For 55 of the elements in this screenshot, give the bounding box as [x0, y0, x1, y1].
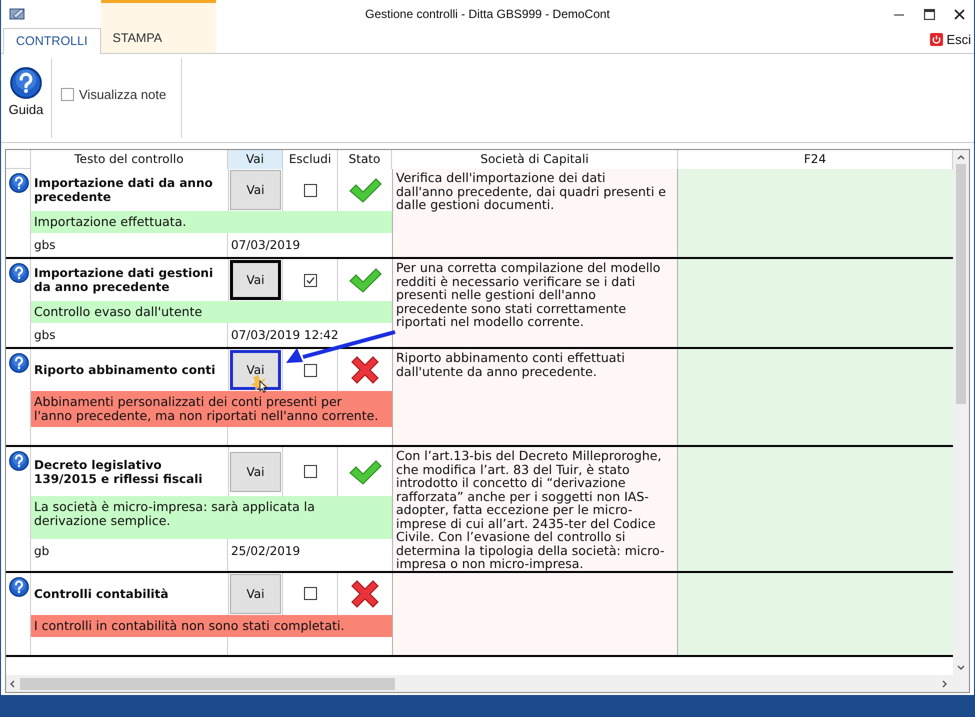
description-text: Verifica dell'importazione dei dati dall'anno precedente, dai quadri presenti e dalle gestioni documenti.	[396, 171, 667, 212]
control-title: Importazione dati gestioni da anno precedente	[34, 266, 214, 294]
column-header[interactable]: F24	[678, 150, 953, 169]
message-text: I controlli in contabilità non sono stati completati.	[34, 618, 346, 632]
horizontal-scrollbar[interactable]	[6, 675, 969, 692]
checkbox[interactable]	[304, 364, 316, 376]
control-title: Controlli contabilità	[34, 586, 169, 600]
user-text: gbs	[34, 328, 56, 342]
description-text: Con l’art.13-bis del Decreto Milleproroghe, che modifica l’art. 83 del Tuir, è stato introdotto il concetto di “derivazione rafforzata” anche per i soggetti non IAS-adopter, fatta eccezione per le micro-imprese di cui all’art. 2435-ter del Codice Civile. Con l’evasione del controllo si determina la tipologia della società: micro-impresa o non micro-impresa.	[396, 449, 666, 570]
checkbox[interactable]	[304, 184, 316, 196]
help-icon[interactable]	[9, 173, 29, 193]
help-icon[interactable]	[9, 451, 29, 471]
close-icon	[954, 8, 964, 20]
checkbox[interactable]	[304, 465, 316, 478]
help-icon[interactable]	[9, 576, 29, 596]
vai-button[interactable]: Vai	[230, 574, 281, 614]
description-text: Riporto abbinamento conti effettuati dall'utente da anno precedente.	[396, 351, 626, 378]
help-icon[interactable]	[9, 263, 29, 283]
maximize-icon	[924, 8, 934, 20]
help-icon[interactable]	[9, 353, 29, 373]
message-text: La società è micro-impresa: sarà applicata la derivazione semplice.	[34, 500, 316, 528]
exit-button[interactable]: Esci	[930, 30, 971, 49]
date-text: 25/02/2019	[231, 544, 300, 558]
help-icon[interactable]	[10, 67, 42, 99]
message-text: Abbinamenti personalizzati dei conti presenti per l'anno precedente, ma non riportati nell'anno corrente.	[34, 395, 380, 423]
tab[interactable]: CONTROLLI	[3, 28, 101, 54]
vai-button[interactable]: Vai	[230, 170, 281, 210]
message-text: Controllo evaso dall'utente	[34, 305, 204, 319]
column-header[interactable]: Stato	[338, 150, 392, 169]
window-title: Gestione controlli - Ditta GBS999 - DemoCont	[365, 6, 610, 23]
checkbox[interactable]	[304, 274, 316, 286]
notes-checkbox[interactable]: Visualizza note	[61, 85, 181, 104]
vertical-scrollbar[interactable]	[953, 150, 969, 675]
control-title: Importazione dati da anno precedente	[34, 176, 214, 204]
control-title: Decreto legislativo 139/2015 e riflessi fiscali	[34, 458, 204, 486]
date-text: 07/03/2019 12:42	[231, 328, 339, 342]
user-text: gbs	[34, 238, 56, 252]
control-title: Riporto abbinamento conti	[34, 363, 216, 377]
column-header[interactable]: Vai	[228, 150, 283, 169]
user-text: gb	[34, 544, 50, 558]
app-icon	[9, 7, 27, 21]
column-header[interactable]: Testo del controllo	[31, 150, 228, 169]
date-text: 07/03/2019	[231, 238, 300, 252]
power-icon	[930, 32, 944, 46]
checkbox[interactable]	[304, 587, 316, 600]
cursor-icon	[251, 375, 269, 393]
description-text: Per una corretta compilazione del modello redditi è necessario verificare se i dati presenti nelle gestioni dell'anno precedente sono stati correttamente riportati nel modello corrente.	[396, 261, 662, 328]
vai-button[interactable]: Vai	[230, 260, 281, 300]
guida-button[interactable]: Guida	[1, 58, 52, 138]
vai-button[interactable]: Vai	[230, 350, 281, 390]
column-header[interactable]: Escludi	[283, 150, 338, 169]
column-header[interactable]: Società di Capitali	[392, 150, 678, 169]
message-text: Importazione effettuata.	[34, 215, 188, 229]
vai-button[interactable]: Vai	[230, 452, 281, 492]
tab[interactable]: STAMPA	[100, 0, 216, 53]
